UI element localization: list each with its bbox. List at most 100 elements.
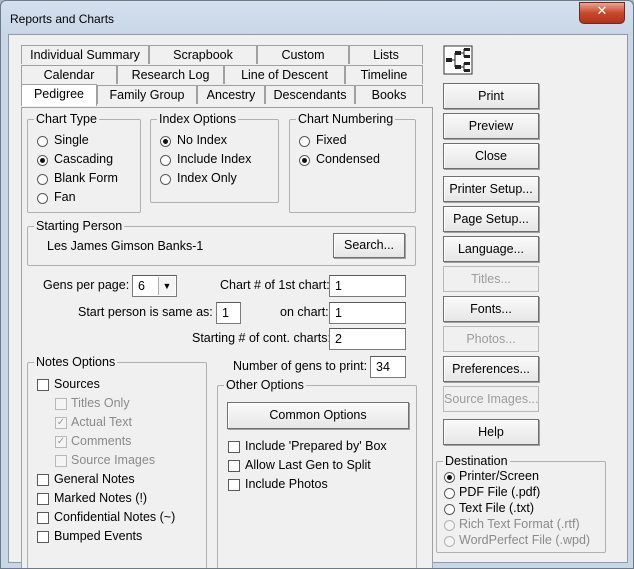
starting-person-title: Starting Person (34, 219, 125, 233)
num-gens-label: Number of gens to print: (233, 359, 368, 373)
dest-rtf-radio[interactable] (444, 520, 455, 531)
chart-type-fan-radio[interactable] (37, 193, 48, 204)
language-button[interactable]: Language... (443, 236, 539, 262)
source-images-button[interactable]: Source Images... (443, 386, 539, 412)
num-gens-input[interactable]: 34 (370, 356, 406, 378)
sources-label[interactable]: Sources (54, 377, 100, 391)
preferences-button[interactable]: Preferences... (443, 356, 539, 382)
close-button[interactable]: Close (443, 143, 539, 169)
tab-lists[interactable]: Lists (349, 45, 423, 64)
comments-checkbox[interactable]: ✓ (55, 436, 67, 448)
chart-type-group: Chart Type Single Cascading Blank Form F… (27, 112, 141, 213)
dest-text-radio[interactable] (444, 504, 455, 515)
chart-type-blank-form-label[interactable]: Blank Form (54, 171, 118, 185)
bumped-events-checkbox[interactable] (37, 531, 49, 543)
titles-only-label[interactable]: Titles Only (71, 396, 130, 410)
actual-text-checkbox[interactable]: ✓ (55, 417, 67, 429)
close-window-button[interactable]: ✕ (579, 2, 625, 24)
tab-research-log[interactable]: Research Log (117, 65, 224, 84)
common-options-button[interactable]: Common Options (227, 402, 409, 429)
chart-type-single-label[interactable]: Single (54, 133, 89, 147)
bumped-events-label[interactable]: Bumped Events (54, 529, 142, 543)
help-button[interactable]: Help (443, 419, 539, 445)
tab-scrapbook[interactable]: Scrapbook (149, 45, 257, 64)
page-setup-button[interactable]: Page Setup... (443, 206, 539, 232)
comments-label[interactable]: Comments (71, 434, 131, 448)
include-index-radio[interactable] (160, 155, 171, 166)
chart-type-cascading-radio[interactable] (37, 155, 48, 166)
chevron-down-icon[interactable]: ▼ (158, 277, 175, 295)
tab-line-of-descent[interactable]: Line of Descent (224, 65, 345, 84)
chart-type-single-radio[interactable] (37, 136, 48, 147)
dialog-client-area: Individual Summary Scrapbook Custom List… (8, 34, 628, 568)
actual-text-label[interactable]: Actual Text (71, 415, 132, 429)
tab-custom[interactable]: Custom (257, 45, 349, 64)
dest-printer-label[interactable]: Printer/Screen (459, 469, 539, 483)
tab-pedigree[interactable]: Pedigree (21, 84, 97, 106)
allow-split-label[interactable]: Allow Last Gen to Split (245, 458, 371, 472)
general-notes-label[interactable]: General Notes (54, 472, 135, 486)
chart-type-title: Chart Type (34, 112, 99, 126)
fixed-numbering-radio[interactable] (299, 136, 310, 147)
include-index-label[interactable]: Include Index (177, 152, 251, 166)
destination-group: Destination Printer/Screen PDF File (.pd… (436, 454, 606, 553)
prepared-by-label[interactable]: Include 'Prepared by' Box (245, 439, 387, 453)
photos-button[interactable]: Photos... (443, 326, 539, 352)
no-index-label[interactable]: No Index (177, 133, 227, 147)
fonts-button[interactable]: Fonts... (443, 296, 539, 322)
confidential-notes-label[interactable]: Confidential Notes (~) (54, 510, 175, 524)
chart-type-cascading-label[interactable]: Cascading (54, 152, 113, 166)
condensed-numbering-label[interactable]: Condensed (316, 152, 380, 166)
dest-rtf-label[interactable]: Rich Text Format (.rtf) (459, 517, 580, 531)
index-options-title: Index Options (157, 112, 239, 126)
sources-checkbox[interactable] (37, 379, 49, 391)
pedigree-chart-icon (443, 45, 473, 75)
start-same-input[interactable]: 1 (216, 302, 241, 324)
dest-wpd-label[interactable]: WordPerfect File (.wpd) (459, 533, 590, 547)
marked-notes-checkbox[interactable] (37, 493, 49, 505)
titles-only-checkbox[interactable] (55, 398, 67, 410)
marked-notes-label[interactable]: Marked Notes (!) (54, 491, 147, 505)
print-button[interactable]: Print (443, 83, 539, 109)
tab-calendar[interactable]: Calendar (21, 65, 117, 84)
source-images-label[interactable]: Source Images (71, 453, 155, 467)
tab-books[interactable]: Books (355, 85, 423, 104)
printer-setup-button[interactable]: Printer Setup... (443, 176, 539, 202)
tab-individual-summary[interactable]: Individual Summary (21, 45, 149, 64)
gens-per-page-value: 6 (138, 279, 145, 293)
close-icon: ✕ (596, 4, 608, 19)
prepared-by-checkbox[interactable] (228, 441, 240, 453)
starting-cont-input[interactable]: 2 (329, 328, 406, 350)
confidential-notes-checkbox[interactable] (37, 512, 49, 524)
window-title: Reports and Charts (10, 12, 115, 26)
chart-first-input[interactable]: 1 (329, 275, 406, 297)
dest-pdf-label[interactable]: PDF File (.pdf) (459, 485, 540, 499)
chart-type-blank-form-radio[interactable] (37, 174, 48, 185)
dest-text-label[interactable]: Text File (.txt) (459, 501, 534, 515)
fixed-numbering-label[interactable]: Fixed (316, 133, 347, 147)
tab-descendants[interactable]: Descendants (265, 85, 355, 104)
search-person-button[interactable]: Search... (333, 233, 405, 258)
general-notes-checkbox[interactable] (37, 474, 49, 486)
condensed-numbering-radio[interactable] (299, 155, 310, 166)
title-bar[interactable]: Reports and Charts ✕ (1, 1, 633, 35)
on-chart-input[interactable]: 1 (329, 302, 406, 324)
tab-family-group[interactable]: Family Group (97, 85, 197, 104)
chart-type-fan-label[interactable]: Fan (54, 190, 76, 204)
titles-button[interactable]: Titles... (443, 266, 539, 292)
source-images-checkbox[interactable] (55, 455, 67, 467)
dest-pdf-radio[interactable] (444, 488, 455, 499)
destination-title: Destination (443, 454, 510, 468)
index-only-radio[interactable] (160, 174, 171, 185)
allow-split-checkbox[interactable] (228, 460, 240, 472)
include-photos-checkbox[interactable] (228, 479, 240, 491)
dest-wpd-radio[interactable] (444, 536, 455, 547)
dest-printer-radio[interactable] (444, 472, 455, 483)
include-photos-label[interactable]: Include Photos (245, 477, 328, 491)
gens-per-page-select[interactable]: 6 ▼ (132, 275, 177, 297)
tab-ancestry[interactable]: Ancestry (197, 85, 265, 104)
tab-timeline[interactable]: Timeline (345, 65, 423, 84)
preview-button[interactable]: Preview (443, 113, 539, 139)
no-index-radio[interactable] (160, 136, 171, 147)
index-only-label[interactable]: Index Only (177, 171, 237, 185)
